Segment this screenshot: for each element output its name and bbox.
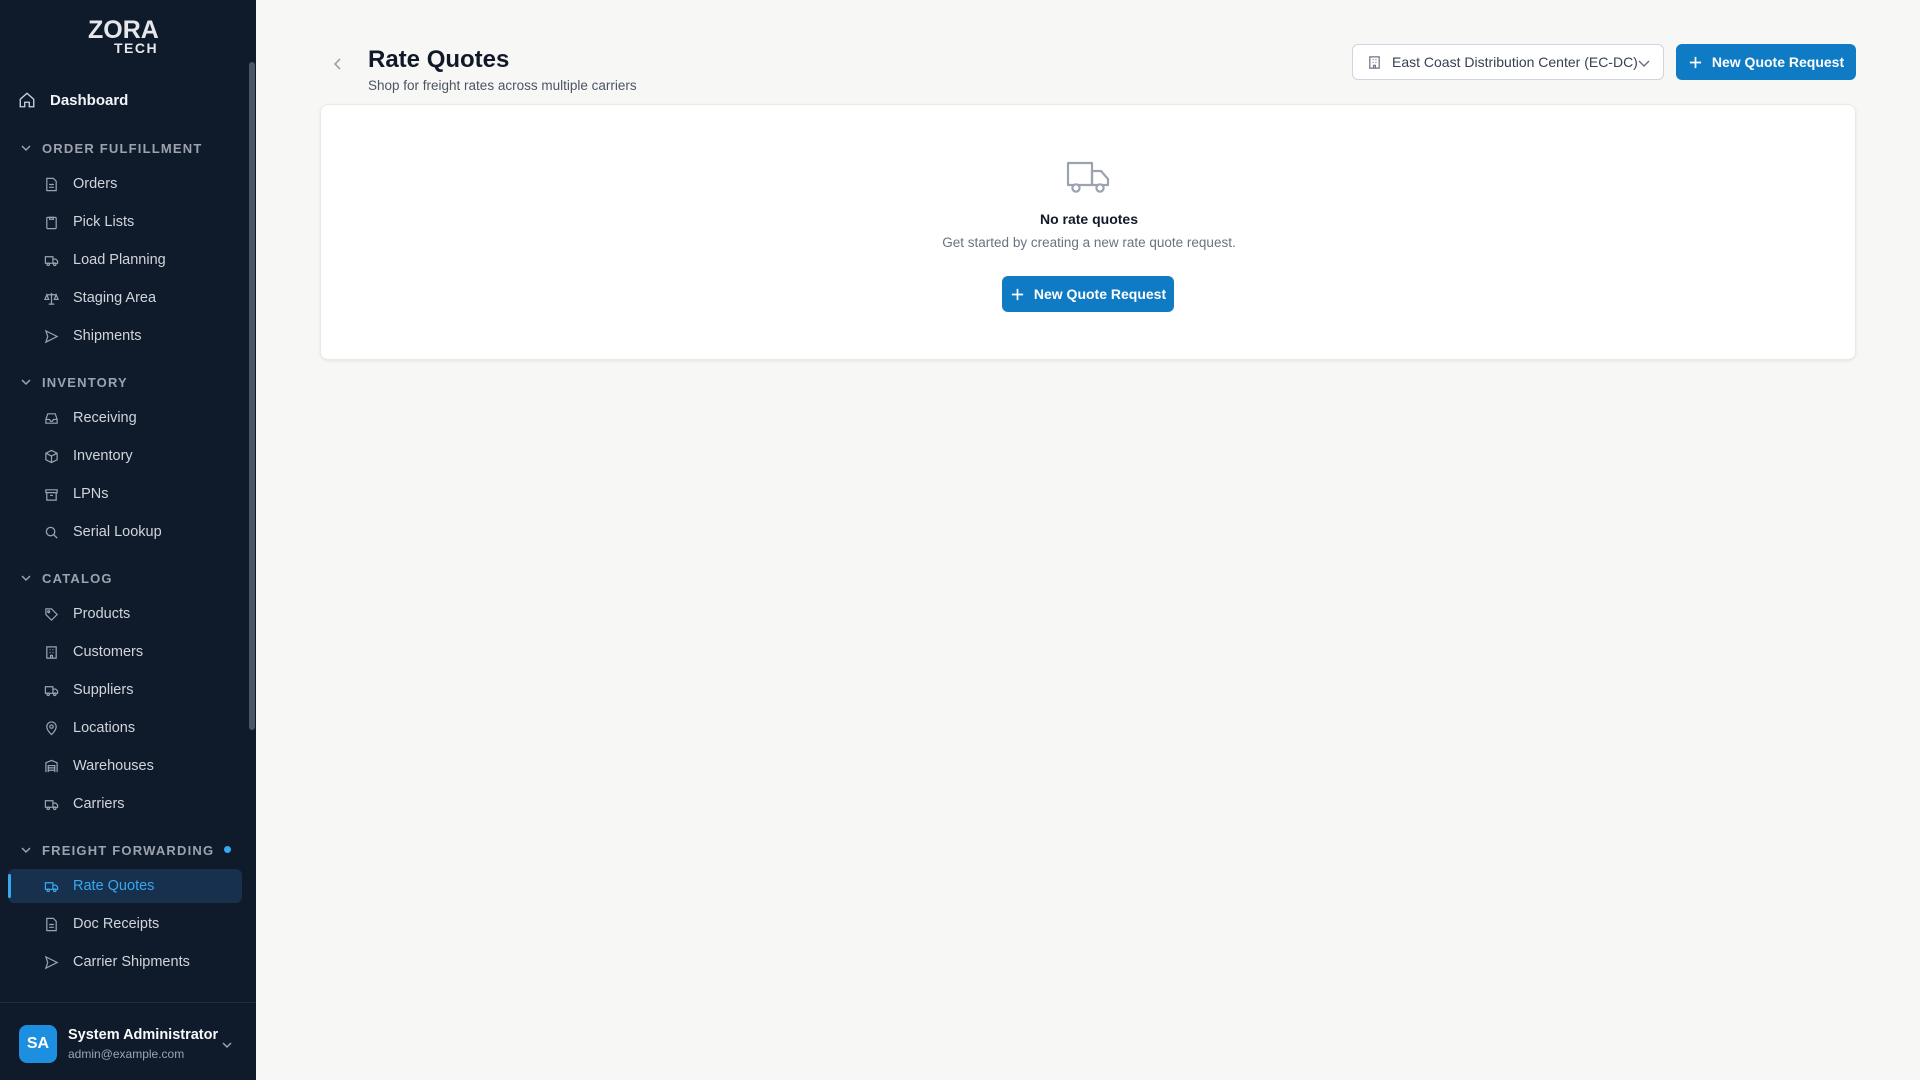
sidebar-item-customers[interactable]: Customers <box>8 635 242 669</box>
empty-state-description: Get started by creating a new rate quote… <box>942 235 1236 250</box>
avatar: SA <box>19 1025 57 1063</box>
active-section-indicator <box>224 846 231 853</box>
chevron-down-icon <box>21 379 31 386</box>
sidebar-item-carriers[interactable]: Carriers <box>8 787 242 821</box>
sidebar: ZORA TECH Dashboard ORDER FULFILLMENT Or… <box>0 0 256 1080</box>
sidebar-item-label: Products <box>73 606 131 622</box>
sidebar-item-lpns[interactable]: LPNs <box>8 477 242 511</box>
sidebar-item-label: Dashboard <box>50 91 129 109</box>
truck-icon <box>44 685 59 696</box>
warehouse-select-value: East Coast Distribution Center (EC-DC) <box>1392 54 1638 70</box>
user-menu[interactable]: SA System Administrator admin@example.co… <box>0 1002 256 1080</box>
sidebar-item-products[interactable]: Products <box>8 597 242 631</box>
building-icon <box>1369 55 1380 69</box>
search-icon <box>45 526 58 539</box>
user-name: System Administrator <box>68 1027 219 1043</box>
clipboard-icon <box>46 216 57 229</box>
warehouse-icon <box>45 759 58 772</box>
archive-icon <box>45 488 58 501</box>
send-icon <box>44 329 59 343</box>
section-title: INVENTORY <box>42 374 128 390</box>
sidebar-item-label: Locations <box>73 720 136 736</box>
button-label: New Quote Request <box>1033 286 1167 302</box>
sidebar-item-label: Suppliers <box>73 682 134 698</box>
sidebar-item-label: Orders <box>73 176 118 192</box>
sidebar-item-label: Carriers <box>73 796 125 812</box>
sidebar-item-receiving[interactable]: Receiving <box>8 401 242 435</box>
section-title: CATALOG <box>42 570 113 586</box>
chevron-down-icon <box>21 575 31 582</box>
section-title: FREIGHT FORWARDING <box>42 842 215 858</box>
sidebar-item-label: Receiving <box>73 410 137 426</box>
button-label: New Quote Request <box>1711 54 1845 70</box>
rate-quotes-card: No rate quotes Get started by creating a… <box>320 104 1856 360</box>
sidebar-item-label: Carrier Shipments <box>73 954 190 970</box>
document-icon <box>46 917 57 931</box>
sidebar-item-dashboard[interactable]: Dashboard <box>18 86 128 114</box>
section-freight-forwarding[interactable]: FREIGHT FORWARDING <box>20 839 214 861</box>
sidebar-item-locations[interactable]: Locations <box>8 711 242 745</box>
back-chevron-icon[interactable] <box>330 56 346 72</box>
sidebar-item-shipments[interactable]: Shipments <box>8 319 242 353</box>
home-icon <box>19 92 35 108</box>
sidebar-item-warehouses[interactable]: Warehouses <box>8 749 242 783</box>
sidebar-item-suppliers[interactable]: Suppliers <box>8 673 242 707</box>
truck-icon <box>44 255 59 266</box>
sidebar-scrollbar[interactable] <box>249 62 255 730</box>
sidebar-item-serial-lookup[interactable]: Serial Lookup <box>8 515 242 549</box>
sidebar-item-label: Warehouses <box>73 758 154 774</box>
sidebar-item-staging-area[interactable]: Staging Area <box>8 281 242 315</box>
sidebar-item-load-planning[interactable]: Load Planning <box>8 243 242 277</box>
sidebar-item-doc-receipts[interactable]: Doc Receipts <box>8 907 242 941</box>
truck-icon <box>44 799 59 810</box>
send-icon <box>44 955 59 969</box>
document-icon <box>46 177 57 191</box>
sidebar-item-inventory[interactable]: Inventory <box>8 439 242 473</box>
chevron-down-icon <box>1638 60 1650 68</box>
chevron-down-icon[interactable] <box>221 1039 233 1051</box>
warehouse-select[interactable]: East Coast Distribution Center (EC-DC) <box>1352 44 1664 80</box>
truck-icon <box>1066 161 1110 193</box>
new-quote-request-button[interactable]: New Quote Request <box>1676 44 1856 80</box>
inbox-icon <box>45 412 58 424</box>
truck-icon <box>44 881 59 892</box>
cube-icon <box>45 449 58 463</box>
sidebar-item-pick-lists[interactable]: Pick Lists <box>8 205 242 239</box>
zora-tech-logo[interactable]: ZORA TECH <box>88 16 172 54</box>
sidebar-item-orders[interactable]: Orders <box>8 167 242 201</box>
empty-state-new-quote-button[interactable]: New Quote Request <box>1002 276 1174 312</box>
chevron-down-icon <box>21 145 31 152</box>
section-order-fulfillment[interactable]: ORDER FULFILLMENT <box>20 137 203 159</box>
page-title: Rate Quotes <box>368 46 510 73</box>
scale-icon <box>44 292 59 305</box>
sidebar-item-label: Staging Area <box>73 290 157 306</box>
map-pin-icon <box>46 720 57 735</box>
user-email: admin@example.com <box>68 1047 185 1061</box>
chevron-down-icon <box>21 847 31 854</box>
plus-icon <box>1011 288 1023 300</box>
section-inventory[interactable]: INVENTORY <box>20 371 128 393</box>
sidebar-item-label: Doc Receipts <box>73 916 160 932</box>
plus-icon <box>1689 56 1701 68</box>
building-icon <box>46 645 57 659</box>
sidebar-item-label: Pick Lists <box>73 214 135 230</box>
sidebar-item-label: Customers <box>73 644 144 660</box>
sidebar-item-carrier-shipments[interactable]: Carrier Shipments <box>8 945 242 979</box>
sidebar-item-rate-quotes[interactable]: Rate Quotes <box>8 869 242 903</box>
tag-icon <box>45 607 58 621</box>
sidebar-item-label: Inventory <box>73 448 133 464</box>
svg-text:TECH: TECH <box>114 40 158 54</box>
sidebar-item-label: Load Planning <box>73 252 166 268</box>
section-catalog[interactable]: CATALOG <box>20 567 113 589</box>
empty-state-title: No rate quotes <box>1039 211 1138 227</box>
sidebar-item-label: Rate Quotes <box>73 878 155 894</box>
page-subtitle: Shop for freight rates across multiple c… <box>368 78 637 93</box>
section-title: ORDER FULFILLMENT <box>42 140 203 156</box>
sidebar-item-label: Shipments <box>73 328 142 344</box>
sidebar-item-label: Serial Lookup <box>73 524 162 540</box>
sidebar-item-label: LPNs <box>73 486 109 502</box>
